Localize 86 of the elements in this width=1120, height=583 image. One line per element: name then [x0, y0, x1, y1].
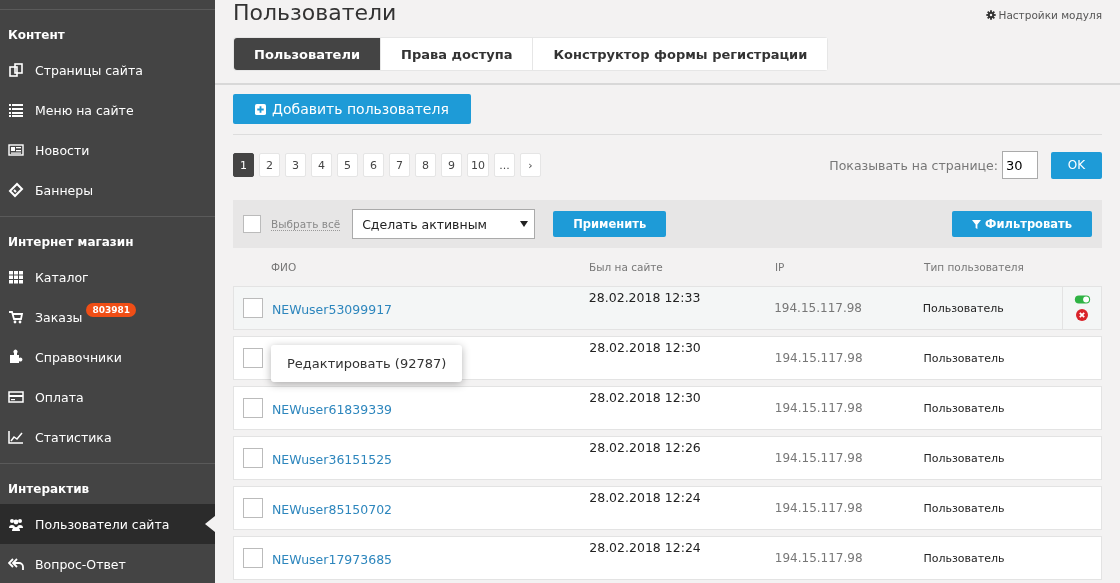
puzzle-icon [8, 349, 24, 365]
page-button[interactable]: 2 [259, 153, 280, 177]
column-header: ФИО [271, 261, 298, 273]
reply-all-icon [8, 556, 24, 572]
tab[interactable]: Пользователи [234, 38, 382, 70]
table-cell-text: Пользователь [923, 351, 1006, 365]
table-cell-text: 194.15.117.98 [774, 301, 863, 315]
sidebar-item[interactable]: Оплата [0, 377, 215, 417]
per-page-field[interactable]: 30 [1002, 151, 1038, 179]
pages-icon [8, 62, 24, 78]
row-checkbox[interactable] [243, 498, 263, 518]
active-pointer [205, 516, 215, 532]
sidebar-item[interactable]: Справочники [0, 337, 215, 377]
table-cell-text: 194.15.117.98 [774, 401, 864, 415]
sidebar-item[interactable]: Баннеры [0, 170, 215, 210]
table-cell-text: 28.02.2018 12:30 [589, 390, 702, 405]
per-page-label: Показывать на странице: [829, 157, 998, 173]
page-button[interactable]: 4 [311, 153, 332, 177]
user-name-link[interactable]: NEWuser17973685 [272, 551, 393, 567]
table-cell-text: Пользователь [922, 301, 1005, 315]
users-icon [8, 516, 24, 532]
table-cell-text: Пользователь [923, 501, 1006, 515]
table-cell-text: Пользователь [923, 551, 1006, 565]
page-button[interactable]: 10 [467, 153, 489, 177]
grid-icon [8, 269, 24, 285]
user-name-link[interactable]: NEWuser85150702 [272, 501, 393, 517]
page-button[interactable]: 3 [285, 153, 306, 177]
table-cell-text: 28.02.2018 12:30 [589, 340, 702, 355]
section-heading: Интернет магазин [7, 234, 135, 251]
row-checkbox[interactable] [243, 548, 263, 568]
user-name-link[interactable]: NEWuser53099917 [272, 301, 393, 317]
table-cell-text: 194.15.117.98 [774, 351, 864, 365]
line-chart-icon [8, 429, 24, 445]
sidebar-item[interactable]: Страницы сайта [0, 50, 215, 90]
sidebar-item[interactable]: Статистика [0, 417, 215, 457]
sidebar-item[interactable]: Вопрос-Ответ [0, 544, 215, 583]
table-cell-text: Пользователь [923, 451, 1006, 465]
action-dropdown[interactable]: Сделать активным [352, 209, 536, 239]
tooltip: Редактировать (92787) [271, 345, 463, 382]
table-cell-text: 28.02.2018 12:24 [589, 540, 702, 555]
column-header: Тип пользователя [924, 261, 1025, 273]
table-cell-text: Пользователь [923, 401, 1006, 415]
caret-icon [520, 221, 529, 227]
sidebar-item[interactable]: Каталог [0, 257, 215, 297]
select-all-checkbox[interactable] [243, 215, 261, 233]
table-cell-text: 194.15.117.98 [774, 451, 864, 465]
table-cell-text: 28.02.2018 12:26 [589, 440, 702, 455]
settings-icon [985, 10, 996, 20]
toggle-switch[interactable] [1073, 295, 1091, 304]
table-cell-text: 28.02.2018 12:24 [589, 490, 702, 505]
user-name-link[interactable]: NEWuser36151525 [272, 451, 393, 467]
page-button[interactable]: 7 [389, 153, 410, 177]
page-title: Пользователи [233, 0, 397, 26]
page-button[interactable]: 9 [441, 153, 462, 177]
module-settings-link[interactable]: Настройки модуля [985, 9, 1102, 21]
row-checkbox[interactable] [243, 348, 263, 368]
count-badge: 803981 [86, 303, 136, 317]
table-cell-text: 28.02.2018 12:33 [588, 290, 702, 305]
page-button[interactable]: 5 [337, 153, 358, 177]
sidebar-item[interactable]: Меню на сайте [0, 90, 215, 130]
row-checkbox[interactable] [243, 448, 263, 468]
sidebar-item[interactable]: Новости [0, 130, 215, 170]
page-button[interactable]: 6 [363, 153, 384, 177]
column-header: IP [775, 261, 786, 273]
newspaper-icon [8, 142, 24, 158]
delete-icon[interactable] [1076, 309, 1089, 321]
plus-icon [255, 103, 266, 115]
sidebar-item[interactable]: Пользователи сайта [0, 504, 215, 544]
ticket-icon [8, 182, 24, 198]
cart-icon [8, 309, 24, 325]
row-checkbox[interactable] [243, 398, 263, 418]
page-button[interactable]: ... [494, 153, 515, 177]
row-checkbox[interactable] [243, 298, 263, 318]
user-name-link[interactable]: NEWuser61839339 [272, 401, 393, 417]
credit-card-icon [8, 389, 24, 405]
sidebar-item[interactable]: Заказы 803981 [0, 297, 215, 337]
page-button[interactable]: 8 [415, 153, 436, 177]
column-header: Был на сайте [589, 261, 664, 273]
page-button[interactable]: 1 [233, 153, 254, 177]
section-heading: Контент [7, 27, 66, 44]
table-cell-text: 194.15.117.98 [774, 551, 864, 565]
filter-icon [972, 219, 982, 229]
page-button[interactable]: › [520, 153, 541, 177]
list-icon [8, 102, 24, 118]
table-cell-text: 194.15.117.98 [774, 501, 864, 515]
section-heading: Интерактив [7, 481, 91, 498]
